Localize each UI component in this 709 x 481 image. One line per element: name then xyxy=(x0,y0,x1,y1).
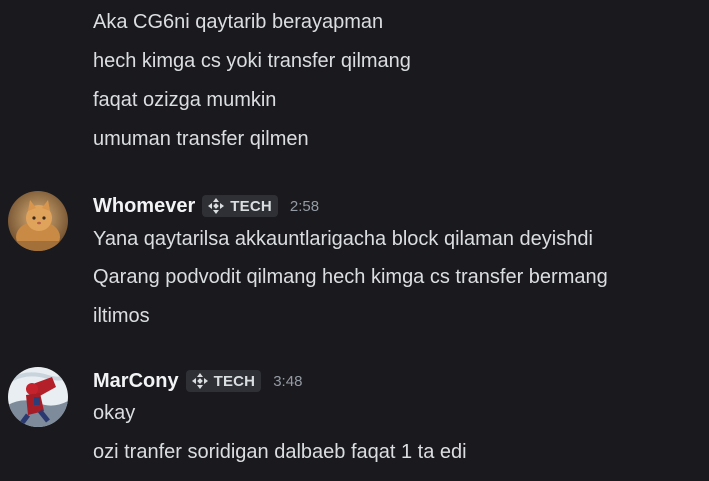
tech-tag-badge[interactable]: TECH xyxy=(185,370,262,392)
username-whomever[interactable]: Whomever xyxy=(93,193,195,219)
message-line: iltimos xyxy=(93,305,150,327)
timestamp[interactable]: 2:58 xyxy=(290,198,319,215)
message-line: Aka CG6ni qaytarib berayapman xyxy=(93,11,384,33)
timestamp[interactable]: 3:48 xyxy=(273,373,302,390)
move-arrows-icon xyxy=(208,198,225,214)
message-header-marcony: MarCony TECH 3:48 xyxy=(93,367,302,395)
avatar-whomever[interactable] xyxy=(8,191,68,251)
message-line: faqat ozizga mumkin xyxy=(93,89,277,111)
message-header-whomever: Whomever TECH 2:58 xyxy=(93,192,319,220)
message-line: Qarang podvodit qilmang hech kimga cs tr… xyxy=(93,266,608,288)
message-line: hech kimga cs yoki transfer qilmang xyxy=(93,50,411,72)
tech-tag-badge[interactable]: TECH xyxy=(202,195,278,217)
tag-label: TECH xyxy=(213,372,256,390)
cat-avatar-icon xyxy=(8,191,68,251)
message-line: ozi tranfer soridigan dalbaeb faqat 1 ta… xyxy=(93,441,467,463)
hero-avatar-icon xyxy=(8,367,68,427)
avatar-marcony[interactable] xyxy=(8,367,68,427)
username-marcony[interactable]: MarCony xyxy=(93,368,179,394)
message-line: Yana qaytarilsa akkauntlarigacha block q… xyxy=(93,228,593,250)
message-line: umuman transfer qilmen xyxy=(93,128,309,150)
tag-label: TECH xyxy=(230,197,272,215)
message-line: okay xyxy=(93,402,136,424)
move-arrows-icon xyxy=(191,373,208,389)
